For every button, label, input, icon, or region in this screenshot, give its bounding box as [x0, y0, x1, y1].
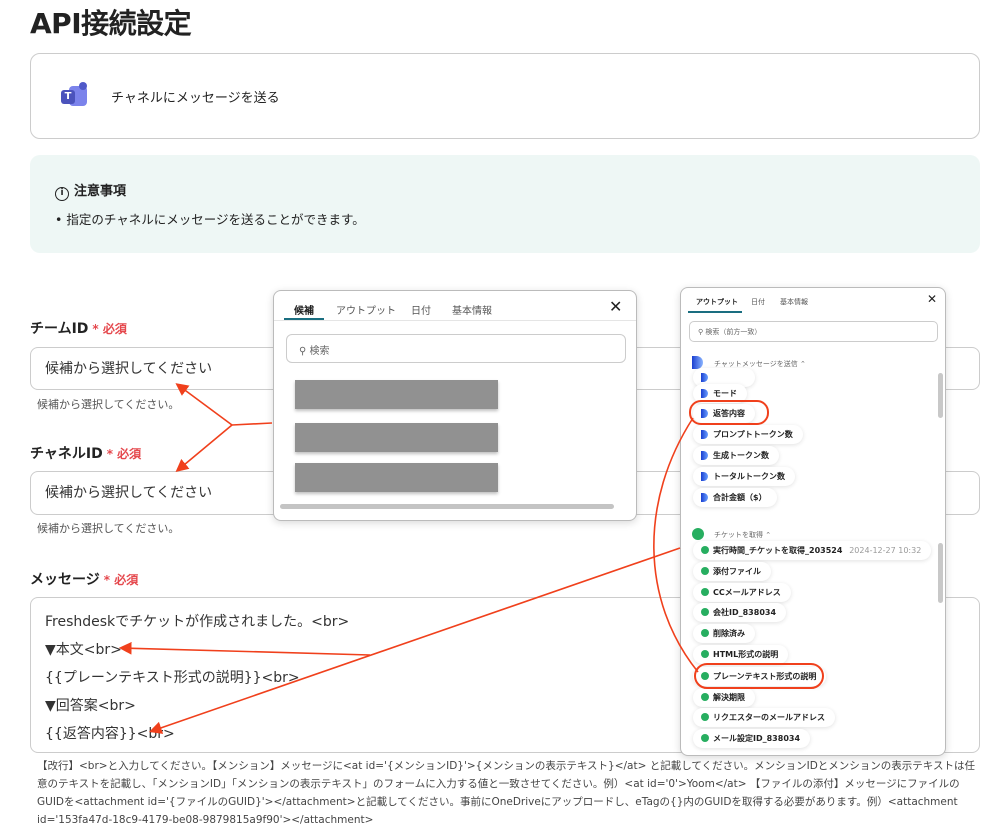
output-item[interactable]: 返答内容	[693, 404, 755, 423]
required-badge: * 必須	[92, 322, 127, 336]
notice-item: 指定のチャネルにメッセージを送ることができます。	[66, 212, 365, 227]
yoom-ai-icon	[701, 451, 708, 460]
output-item[interactable]: CCメールアドレス	[693, 583, 791, 602]
output-item[interactable]: プレーンテキスト形式の説明	[693, 667, 827, 686]
yoom-ai-icon	[701, 430, 708, 439]
message-line: Freshdeskでチケットが作成されました。<br>	[45, 614, 350, 630]
action-card[interactable]: T チャネルにメッセージを送る	[30, 53, 980, 139]
channel-id-label: チャネルID	[30, 446, 103, 462]
freshdesk-icon	[692, 528, 704, 540]
message-line: ▼回答案<br>	[45, 698, 136, 714]
freshdesk-icon	[701, 672, 709, 680]
output-item[interactable]: モード	[693, 384, 747, 403]
tab-candidates[interactable]: 候補	[294, 302, 314, 317]
output-item[interactable]: リクエスターのメールアドレス	[693, 708, 835, 727]
output-item[interactable]: 実行時間_チケットを取得_203524 2024-12-27 10:32	[693, 541, 932, 560]
annotation-arrow	[175, 383, 233, 426]
notice-title: 注意事項	[74, 184, 127, 199]
yoom-ai-icon	[701, 409, 708, 418]
output-item[interactable]: 解決期限	[693, 688, 755, 707]
tab-date[interactable]: 日付	[411, 302, 431, 317]
freshdesk-icon	[701, 693, 709, 701]
section-title[interactable]: チケットを取得 ⌃	[714, 530, 771, 540]
freshdesk-icon	[701, 567, 709, 575]
close-icon[interactable]: ✕	[927, 292, 937, 306]
yoom-ai-icon	[701, 389, 708, 398]
horizontal-scrollbar[interactable]	[280, 504, 614, 509]
message-line: {{返答内容}}<br>	[45, 726, 175, 742]
message-label: メッセージ	[30, 572, 100, 588]
candidate-option-redacted[interactable]	[295, 423, 498, 452]
scrollbar[interactable]	[938, 543, 943, 603]
tab-basic-info[interactable]: 基本情報	[780, 297, 808, 307]
output-item[interactable]: 合計金額（$）	[693, 488, 777, 507]
output-item[interactable]: 会社ID_838034	[693, 603, 787, 622]
channel-id-help: 候補から選択してください。	[37, 522, 180, 535]
tab-date[interactable]: 日付	[751, 297, 765, 307]
output-item[interactable]: 添付ファイル	[693, 562, 771, 581]
freshdesk-icon	[701, 713, 709, 721]
freshdesk-icon	[701, 608, 709, 616]
team-id-label: チームID	[30, 321, 89, 337]
output-popup: アウトプット 日付 基本情報 ✕ ⚲ 検索（前方一致） チャットメッセージを送信…	[680, 287, 946, 756]
output-item[interactable]: 削除済み	[693, 624, 755, 643]
team-id-help: 候補から選択してください。	[37, 398, 180, 411]
info-icon: i	[55, 187, 69, 201]
required-badge: * 必須	[106, 447, 142, 461]
microsoft-teams-icon: T	[59, 82, 89, 110]
tab-basic-info[interactable]: 基本情報	[452, 302, 492, 317]
freshdesk-icon	[701, 546, 709, 554]
tab-output[interactable]: アウトプット	[696, 297, 738, 307]
search-icon: ⚲	[299, 346, 310, 357]
annotation-arrow	[175, 424, 233, 473]
freshdesk-icon	[701, 734, 709, 742]
action-label: チャネルにメッセージを送る	[111, 91, 280, 106]
candidate-option-redacted[interactable]	[295, 463, 498, 492]
freshdesk-icon	[701, 650, 709, 658]
annotation-arrow	[231, 422, 273, 426]
notice-box: i 注意事項 • 指定のチャネルにメッセージを送ることができます。	[30, 155, 980, 253]
required-badge: * 必須	[103, 573, 139, 587]
close-icon[interactable]: ✕	[609, 297, 622, 316]
output-item[interactable]: メール設定ID_838034	[693, 729, 811, 748]
tab-output[interactable]: アウトプット	[336, 302, 396, 317]
freshdesk-icon	[701, 629, 709, 637]
search-input[interactable]: ⚲ 検索（前方一致）	[689, 321, 938, 342]
output-item[interactable]: 生成トークン数	[693, 446, 779, 465]
candidate-popup: 候補 アウトプット 日付 基本情報 ✕ ⚲ 検索	[273, 290, 637, 521]
output-item[interactable]: トータルトークン数	[693, 467, 795, 486]
page-title: API接続設定	[30, 7, 192, 40]
message-help: 【改行】<br>と入力してください。【メンション】メッセージに<at id='{…	[37, 760, 975, 826]
output-item[interactable]: HTML形式の説明	[693, 645, 789, 664]
message-line: ▼本文<br>	[45, 642, 122, 658]
scrollbar[interactable]	[938, 373, 943, 418]
freshdesk-icon	[701, 588, 709, 596]
search-input[interactable]: ⚲ 検索	[286, 334, 626, 363]
yoom-ai-icon	[701, 472, 708, 481]
yoom-ai-icon	[701, 493, 708, 502]
output-item[interactable]: プロンプトトークン数	[693, 425, 803, 444]
message-line: {{プレーンテキスト形式の説明}}<br>	[45, 670, 300, 686]
candidate-option-redacted[interactable]	[295, 380, 498, 409]
